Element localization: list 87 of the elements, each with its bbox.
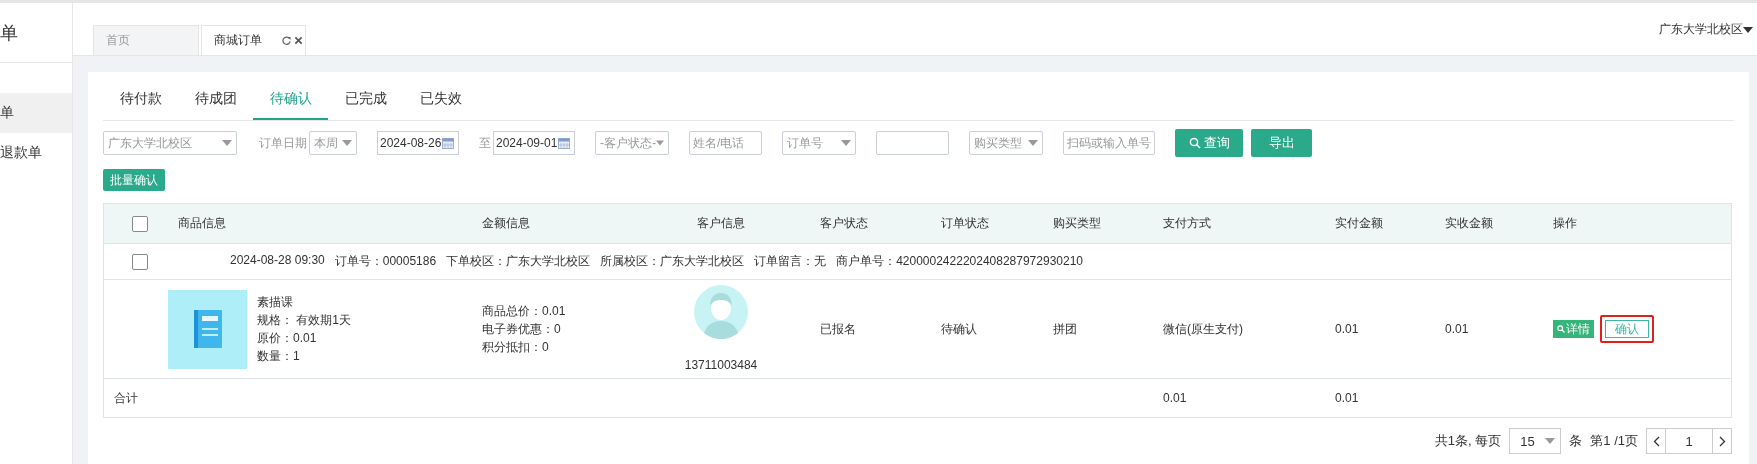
- book-icon: [193, 310, 222, 348]
- status-tab[interactable]: 待付款: [103, 80, 178, 120]
- column-header: 实收金额: [1444, 215, 1494, 232]
- caret-icon: [342, 140, 352, 146]
- checkbox[interactable]: [132, 253, 148, 270]
- close-icon[interactable]: [294, 36, 303, 45]
- table-cell-text: 0.01: [1162, 391, 1188, 405]
- total-label: 合计: [113, 389, 139, 407]
- status-tab[interactable]: 已完成: [328, 80, 403, 120]
- column-header: 客户信息: [696, 215, 746, 232]
- order-info: 下单校区：广东大学北校区: [446, 253, 591, 270]
- order-info: 2024-08-28 09:30: [230, 253, 325, 269]
- dropdown[interactable]: 本周: [309, 131, 357, 155]
- sidebar-title: 单: [0, 3, 72, 63]
- page-tab[interactable]: 首页: [93, 25, 199, 55]
- calendar-icon: [442, 137, 455, 149]
- page-input[interactable]: 1: [1666, 428, 1712, 454]
- calendar-icon: [558, 137, 571, 149]
- table-cell-text: 已报名: [819, 320, 857, 338]
- column-header: 购买类型: [1052, 215, 1102, 232]
- column-header: 客户状态: [819, 215, 869, 232]
- amount-info: 积分抵扣：0: [482, 339, 550, 355]
- next-page-button[interactable]: [1712, 428, 1732, 454]
- page-size-select[interactable]: 15: [1509, 428, 1562, 454]
- sidebar-item[interactable]: 单: [0, 93, 72, 133]
- prev-page-button[interactable]: [1646, 428, 1666, 454]
- dropdown[interactable]: 购买类型: [969, 131, 1043, 155]
- column-header: 实付金额: [1334, 215, 1384, 232]
- amount-info: 电子券优惠：0: [482, 321, 562, 337]
- column-header: 商品信息: [177, 215, 227, 232]
- status-tab[interactable]: 已失效: [403, 80, 478, 120]
- table-cell-text: 微信(原生支付): [1162, 320, 1244, 338]
- caret-icon: [222, 140, 232, 146]
- table-cell-text: 0.01: [1334, 322, 1360, 336]
- dropdown[interactable]: 订单号: [782, 131, 856, 155]
- date-field[interactable]: 2024-08-26: [377, 131, 459, 155]
- chevron-left-icon: [1652, 435, 1660, 447]
- refresh-icon[interactable]: [282, 36, 291, 45]
- pagination-unit: 条: [1569, 432, 1583, 450]
- date-field[interactable]: 2024-09-01: [493, 131, 575, 155]
- dropdown[interactable]: -客户状态-: [595, 131, 669, 155]
- page-info: 第1 /1页: [1590, 432, 1638, 450]
- search-icon: [1188, 137, 1201, 149]
- order-info: 所属校区：广东大学北校区: [600, 253, 745, 270]
- customer-phone: 13711003484: [684, 357, 758, 373]
- table-cell-text: 待确认: [940, 320, 978, 338]
- search-button[interactable]: 查询: [1175, 129, 1243, 157]
- table-cell-text: 0.01: [1334, 391, 1360, 405]
- caret-icon: [841, 140, 851, 146]
- caret-icon: [1028, 140, 1038, 146]
- avatar-icon: [694, 285, 748, 339]
- sidebar-item[interactable]: 退款单: [0, 133, 72, 173]
- status-tab[interactable]: 待成团: [178, 80, 253, 120]
- chevron-right-icon: [1718, 435, 1726, 447]
- batch-confirm-button[interactable]: 批量确认: [103, 169, 165, 191]
- caret-icon: [1545, 438, 1556, 444]
- caret-icon: [1743, 26, 1753, 33]
- caret-icon: [656, 140, 664, 146]
- column-header: 支付方式: [1162, 215, 1212, 232]
- input-field[interactable]: [876, 131, 949, 155]
- column-header: 操作: [1552, 215, 1578, 232]
- confirm-button[interactable]: 确认: [1605, 320, 1649, 338]
- column-header: 订单状态: [940, 215, 990, 232]
- column-header: 金额信息: [481, 215, 531, 232]
- amount-info: 商品总价：0.01: [482, 303, 567, 319]
- input-field[interactable]: 姓名/电话: [689, 131, 762, 155]
- detail-button[interactable]: 详情: [1553, 320, 1594, 338]
- dropdown[interactable]: 广东大学北校区: [103, 131, 237, 155]
- page-tab[interactable]: 商城订单: [201, 25, 306, 55]
- order-info: 商户单号：4200002422202408287972930210: [836, 253, 1083, 270]
- input-field[interactable]: 扫码或输入单号: [1063, 131, 1155, 155]
- pagination-summary: 共1条, 每页: [1434, 432, 1502, 450]
- filter-label: 至: [479, 134, 491, 152]
- table-cell-text: 0.01: [1444, 322, 1470, 336]
- filter-label: 订单日期: [259, 134, 307, 152]
- order-info: 订单留言：无: [754, 253, 827, 270]
- checkbox[interactable]: [132, 215, 148, 232]
- product-detail: 规格： 有效期1天: [257, 312, 351, 328]
- product-name: 素描课: [257, 294, 294, 310]
- order-info: 订单号：00005186: [334, 253, 437, 270]
- status-tab[interactable]: 待确认: [253, 80, 328, 120]
- product-detail: 原价：0.01: [257, 330, 318, 346]
- product-detail: 数量：1: [257, 348, 301, 364]
- export-button[interactable]: 导出: [1251, 129, 1312, 157]
- zoom-icon: [1557, 325, 1565, 333]
- campus-menu[interactable]: 广东大学北校区: [1659, 21, 1753, 38]
- table-cell-text: 拼团: [1052, 320, 1078, 338]
